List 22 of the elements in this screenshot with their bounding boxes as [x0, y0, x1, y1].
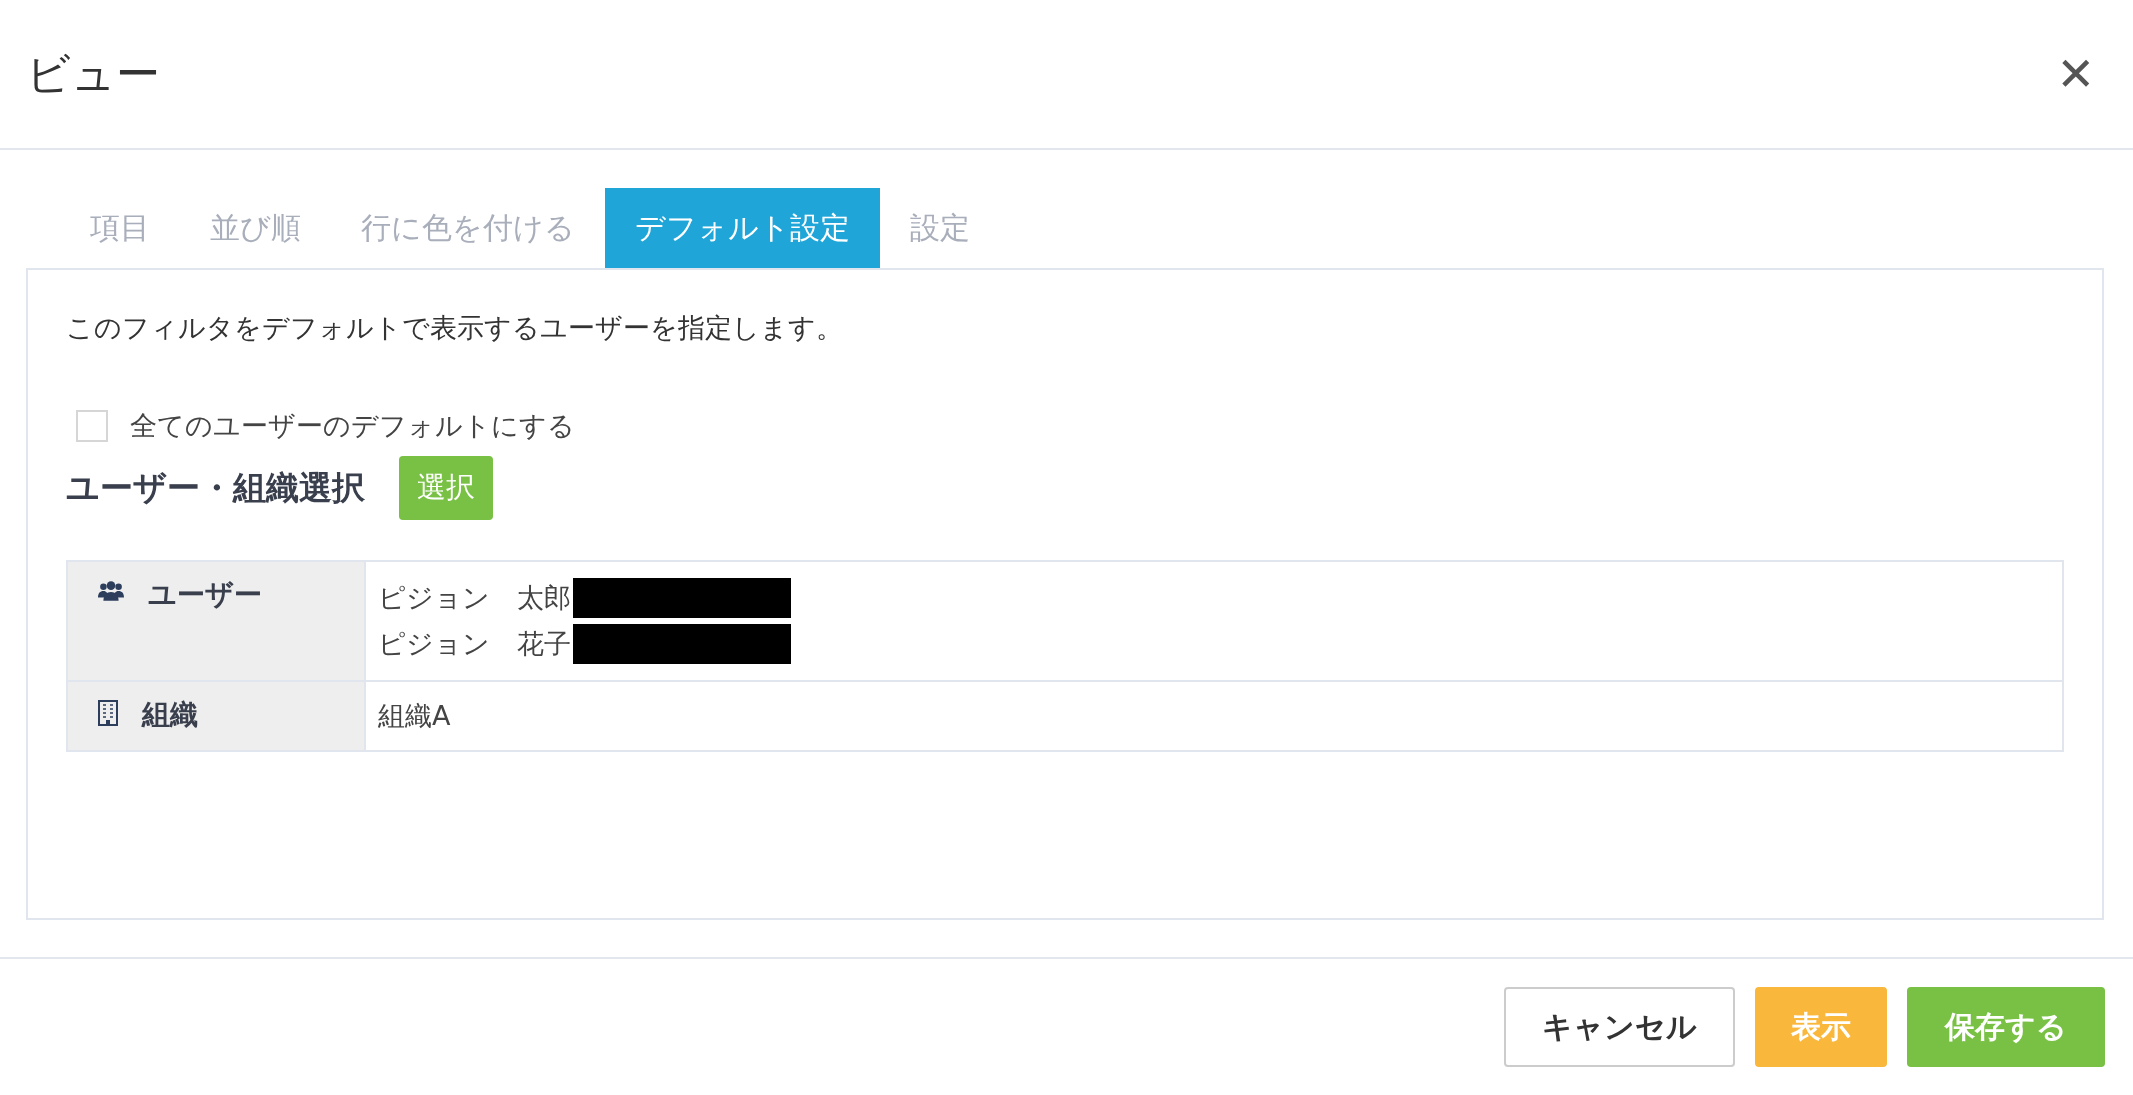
row-label: ユーザー	[148, 577, 262, 613]
close-button[interactable]: ✕	[2048, 47, 2103, 101]
table-cell-text: ピジョン 太郎	[378, 581, 571, 615]
tab[interactable]: 並び順	[180, 188, 331, 268]
tab[interactable]: 行に色を付ける	[331, 188, 605, 268]
building-icon	[98, 700, 118, 726]
checkbox-label: 全てのユーザーのデフォルトにする	[130, 409, 575, 443]
save-button[interactable]: 保存する	[1907, 987, 2105, 1067]
people-icon	[98, 580, 124, 602]
table-cell-text: 組織A	[378, 699, 451, 733]
tab[interactable]: 設定	[880, 188, 1000, 268]
select-button[interactable]: 選択	[399, 456, 493, 520]
row-label: 組織	[142, 697, 198, 733]
description-text: このフィルタをデフォルトで表示するユーザーを指定します。	[66, 311, 844, 345]
preview-button[interactable]: 表示	[1755, 987, 1887, 1067]
tab[interactable]: デフォルト設定	[605, 188, 880, 268]
section-heading: ユーザー・組織選択	[66, 466, 365, 509]
window-title: ビュー	[26, 46, 160, 101]
tab[interactable]: 項目	[60, 188, 180, 268]
checkbox[interactable]	[76, 410, 108, 442]
table-cell-text: ピジョン 花子	[378, 627, 571, 661]
cancel-button[interactable]: キャンセル	[1504, 987, 1735, 1067]
